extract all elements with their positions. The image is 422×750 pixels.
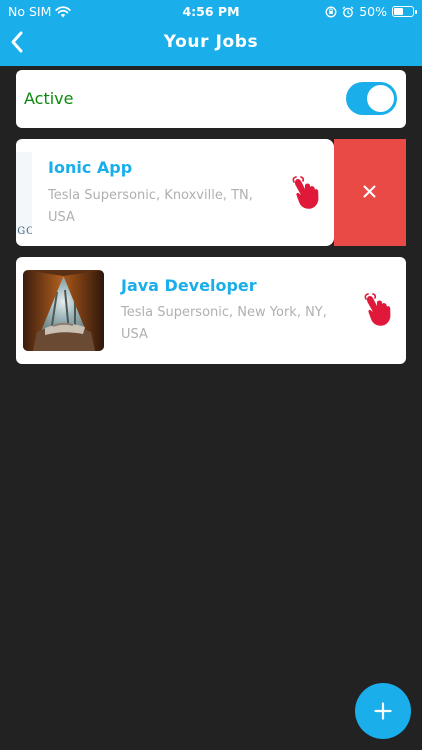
company-logo: OGO bbox=[16, 152, 32, 234]
status-right-group: 50% bbox=[325, 4, 417, 19]
job-card-ionic-app[interactable]: OGO Ionic App Tesla Supersonic, Knoxvill… bbox=[16, 139, 334, 246]
battery-percent: 50% bbox=[359, 4, 387, 19]
battery-fill bbox=[394, 8, 403, 15]
hand-tap-icon bbox=[364, 293, 391, 326]
company-logo-text: OGO bbox=[16, 226, 32, 234]
battery-icon bbox=[392, 6, 417, 17]
tent-photo-image bbox=[23, 270, 104, 351]
job-image bbox=[23, 270, 104, 351]
alarm-icon bbox=[342, 6, 354, 17]
hand-tap-icon bbox=[292, 176, 319, 209]
orientation-lock-icon bbox=[325, 6, 337, 17]
plus-icon bbox=[374, 702, 392, 720]
page-title: Your Jobs bbox=[163, 32, 259, 52]
add-job-button[interactable] bbox=[355, 683, 411, 739]
job-card-java-developer[interactable]: Java Developer Tesla Supersonic, New Yor… bbox=[16, 257, 406, 364]
active-label: Active bbox=[24, 89, 74, 108]
job-title: Ionic App bbox=[48, 158, 133, 177]
active-filter-card: Active bbox=[16, 70, 406, 128]
job-action-button[interactable] bbox=[292, 176, 320, 216]
toggle-knob bbox=[367, 85, 394, 112]
status-bar: No SIM 4:56 PM 50% bbox=[0, 0, 422, 22]
close-icon bbox=[363, 185, 376, 198]
job-action-button[interactable] bbox=[364, 293, 392, 333]
job-location: Tesla Supersonic, Knoxville, TN, USA bbox=[48, 188, 253, 225]
delete-job-button[interactable] bbox=[334, 139, 406, 246]
job-location: Tesla Supersonic, New York, NY, USA bbox=[121, 305, 327, 342]
active-toggle[interactable] bbox=[346, 82, 397, 115]
job-title: Java Developer bbox=[121, 276, 257, 295]
app-header: No SIM 4:56 PM 50% Your Jobs bbox=[0, 0, 422, 66]
